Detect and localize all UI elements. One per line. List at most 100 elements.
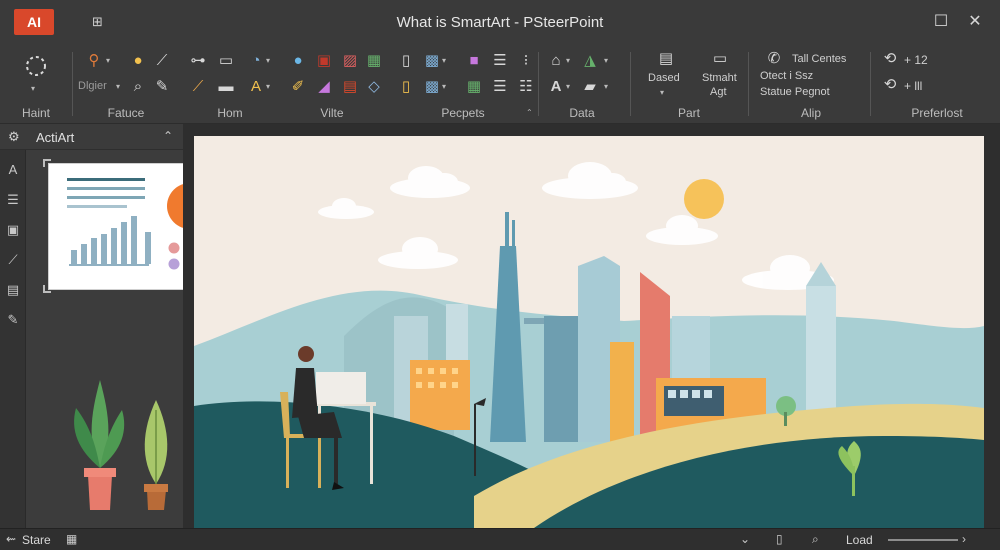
globe-icon[interactable]: ● <box>288 52 308 70</box>
settings-icon[interactable]: ⚙ <box>8 129 20 145</box>
page-icon[interactable]: ▯ <box>776 532 783 546</box>
columns-icon[interactable]: ☷ <box>516 78 536 96</box>
smartart-icon[interactable] <box>24 54 48 78</box>
person-icon[interactable]: ⚲ <box>84 52 104 70</box>
expand-icon[interactable]: ⌃ <box>526 108 534 118</box>
home-icon[interactable]: ⌂ <box>546 52 566 70</box>
group-separator <box>630 52 631 116</box>
bullets-icon[interactable]: ☰ <box>5 192 21 208</box>
window-title: What is SmartArt - PSteerPoint <box>396 14 604 31</box>
chevron-right-icon[interactable]: › <box>962 532 966 546</box>
database-icon[interactable]: ▤ <box>656 50 676 68</box>
resize-handle[interactable] <box>43 285 51 293</box>
alip-line-2[interactable]: Otect i Ssz <box>760 70 813 82</box>
search-icon[interactable]: ⌕ <box>128 78 148 96</box>
chevron-down-icon[interactable]: ▾ <box>604 82 612 92</box>
style-dropdown[interactable]: Dlgier <box>78 80 107 92</box>
group-label: Alip <box>800 106 821 120</box>
pencil-icon[interactable]: ✐ <box>288 78 308 96</box>
text-icon[interactable]: A <box>246 78 266 96</box>
maximize-icon[interactable]: ☐ <box>928 10 954 34</box>
chevron-down-icon[interactable]: ▾ <box>116 82 124 92</box>
document-icon[interactable]: ▯ <box>396 78 416 96</box>
chevron-down-icon[interactable]: ▾ <box>31 84 39 94</box>
chevron-down-icon[interactable]: ▾ <box>266 82 274 92</box>
chevron-down-icon[interactable]: ▾ <box>106 56 114 66</box>
grid-icon[interactable]: ▦ <box>66 532 77 546</box>
line-icon[interactable]: ⟋ <box>152 52 172 70</box>
status-bar: ⇜ Stare ▦ ⌄ ▯ ⌕ Load › <box>0 528 1000 550</box>
group-label: Data <box>569 106 595 120</box>
title-bar: AI ⊞ What is SmartArt - PSteerPoint ☐ ✕ <box>0 0 1000 44</box>
refresh-icon[interactable]: ⟲ <box>880 50 900 68</box>
search-icon[interactable]: ⌕ <box>812 532 819 547</box>
status-label[interactable]: Stare <box>22 533 51 547</box>
pen-icon[interactable]: ✎ <box>152 78 172 96</box>
group-preferlost: ⟲ + 12 ⟲ + lll Preferlost <box>874 44 1000 124</box>
chevron-down-icon[interactable]: ⌄ <box>740 532 750 546</box>
link-icon[interactable]: ⊶ <box>188 52 208 70</box>
chevron-down-icon[interactable]: ▾ <box>442 56 450 66</box>
align-icon[interactable]: ☰ <box>490 78 510 96</box>
zoom-slider[interactable] <box>888 539 958 541</box>
folder-icon[interactable]: ▭ <box>710 50 730 68</box>
phone-icon[interactable]: ✆ <box>764 50 784 68</box>
list-icon[interactable]: ☰ <box>490 52 510 70</box>
bullets-icon[interactable]: ⁝ <box>516 52 536 70</box>
lock-icon[interactable]: ▣ <box>5 222 21 238</box>
pen-icon[interactable]: ✎ <box>5 312 21 328</box>
slide-layout-icon[interactable]: ▣ <box>314 52 334 70</box>
alip-line-3[interactable]: Statue Pegnot <box>760 86 830 98</box>
eraser-icon[interactable]: ▭ <box>216 52 236 70</box>
triangle-icon[interactable]: ◢ <box>314 78 334 96</box>
group-hom: ⊶ ▭ ◔ ▾ ⟋ ▬ A ▾ Hom <box>180 44 280 124</box>
text-icon[interactable]: A <box>5 162 21 178</box>
image-icon[interactable]: ▩ <box>422 78 442 96</box>
refresh-icon[interactable]: ⟲ <box>880 76 900 94</box>
group-label: Preferlost <box>911 106 963 120</box>
chart-pie-icon[interactable]: ◔ <box>246 52 266 70</box>
grid-icon[interactable]: ▦ <box>464 78 484 96</box>
group-vilte: ● ▣ ▨ ▦ ✐ ◢ ▤ ◇ Vilte <box>280 44 384 124</box>
share-icon[interactable]: ⇜ <box>6 532 16 546</box>
plant-illustration <box>74 380 168 510</box>
table-icon[interactable]: ◇ <box>364 78 384 96</box>
chevron-down-icon[interactable]: ▾ <box>604 56 612 66</box>
chevron-down-icon[interactable]: ▾ <box>566 56 574 66</box>
folder-icon[interactable]: ▰ <box>580 78 600 96</box>
panel-title: ActiArt <box>36 130 75 145</box>
collapse-icon[interactable]: ⌃ <box>163 129 173 143</box>
chart-icon[interactable]: ◮ <box>580 52 600 70</box>
lightbulb-icon[interactable]: ● <box>128 52 148 70</box>
layout-icon[interactable]: ▤ <box>340 78 360 96</box>
slide[interactable] <box>194 136 984 528</box>
font-icon[interactable]: A <box>546 78 566 96</box>
chevron-down-icon[interactable]: ▾ <box>566 82 574 92</box>
gradient-icon[interactable]: ■ <box>464 52 484 70</box>
zoom-label: Load <box>846 533 873 547</box>
chevron-down-icon[interactable]: ▾ <box>660 88 668 98</box>
save-icon[interactable]: ▤ <box>5 282 21 298</box>
resize-handle[interactable] <box>43 159 51 167</box>
group-separator <box>748 52 749 116</box>
chevron-down-icon[interactable]: ▾ <box>266 56 274 66</box>
document-icon[interactable]: ▯ <box>396 52 416 70</box>
close-icon[interactable]: ✕ <box>962 10 988 34</box>
brush-icon[interactable]: ⟋ <box>188 78 208 96</box>
chevron-down-icon[interactable]: ▾ <box>442 82 450 92</box>
picture-icon[interactable]: ▨ <box>340 52 360 70</box>
brush-icon[interactable]: ⟋ <box>5 252 21 268</box>
picture-icon[interactable]: ▩ <box>422 52 442 70</box>
stmaht-button-sub: Agt <box>710 86 727 98</box>
ruler-icon[interactable]: ▬ <box>216 78 236 96</box>
preferlost-line-1[interactable]: + 12 <box>904 53 928 67</box>
group-label: Hom <box>217 106 243 120</box>
alip-line-1[interactable]: Tall Centes <box>792 53 846 65</box>
stmaht-button[interactable]: Stmaht <box>702 72 737 84</box>
group-alip: ✆ Tall Centes Otect i Ssz Statue Pegnot … <box>752 44 870 124</box>
preferlost-line-2[interactable]: + lll <box>904 79 922 93</box>
dased-button[interactable]: Dased <box>648 72 680 84</box>
panel-header: ⚙ ActiArt ⌃ <box>0 124 183 150</box>
group-label: Pecpets <box>441 106 485 120</box>
shapes-icon[interactable]: ▦ <box>364 52 384 70</box>
